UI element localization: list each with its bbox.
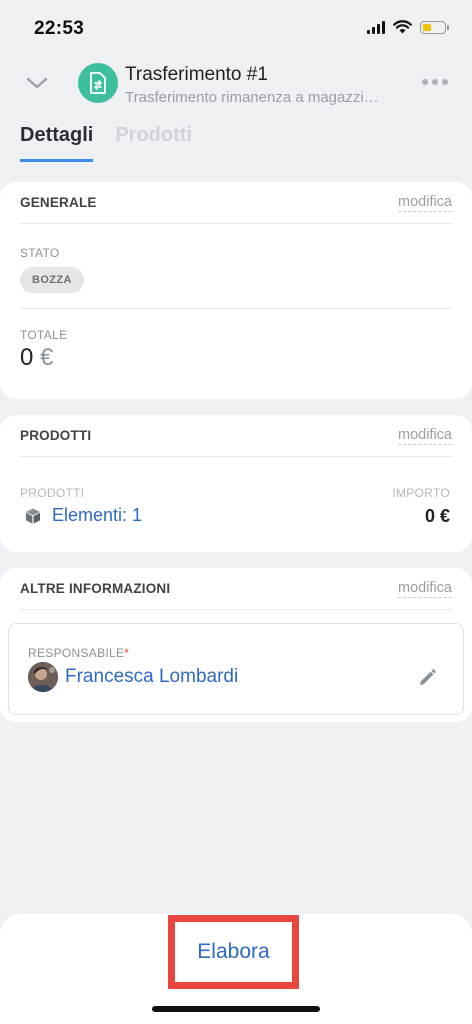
other-info-card: ALTRE INFORMAZIONI modifica RESPONSABILE…	[0, 568, 472, 722]
other-info-card-header: ALTRE INFORMAZIONI modifica	[20, 568, 452, 610]
elements-link[interactable]: Elementi: 1	[24, 505, 142, 526]
general-edit-link[interactable]: modifica	[398, 194, 452, 212]
avatar	[28, 662, 58, 692]
tab-dettagli[interactable]: Dettagli	[20, 124, 94, 162]
box-icon	[26, 508, 40, 524]
responsible-field[interactable]: RESPONSABILE* Francesca Lombardi	[8, 623, 464, 715]
bottom-action-bar: Elabora	[0, 914, 472, 1024]
status-badge: BOZZA	[20, 267, 84, 293]
status-icons	[367, 20, 449, 34]
document-transfer-icon	[78, 63, 118, 103]
required-mark: *	[124, 646, 130, 660]
page-subtitle: Trasferimento rimanenza a magazzino	[125, 89, 380, 106]
pencil-icon[interactable]	[417, 668, 437, 688]
total-currency: €	[40, 344, 54, 371]
general-card-header: GENERALE modifica	[20, 182, 452, 224]
elements-count: Elementi: 1	[52, 505, 143, 525]
status-bar: 22:53	[0, 0, 472, 52]
more-icon[interactable]	[422, 79, 448, 85]
home-indicator[interactable]	[152, 1006, 320, 1012]
process-button-highlight: Elabora	[168, 915, 299, 989]
divider	[20, 308, 452, 309]
signal-icon	[367, 20, 385, 34]
status-time: 22:53	[34, 18, 85, 39]
general-card-title: GENERALE	[20, 195, 97, 210]
battery-icon	[420, 20, 449, 34]
wifi-icon	[393, 20, 412, 34]
page-title: Trasferimento #1	[125, 64, 268, 85]
products-card-header: PRODOTTI modifica	[20, 415, 452, 457]
responsible-name[interactable]: Francesca Lombardi	[65, 666, 238, 688]
products-amount: 0 €	[424, 506, 450, 526]
status-label: STATO	[20, 246, 60, 260]
responsible-label: RESPONSABILE*	[28, 646, 129, 660]
chevron-down-icon[interactable]	[22, 68, 52, 98]
total-label: TOTALE	[20, 328, 68, 342]
other-info-edit-link[interactable]: modifica	[398, 580, 452, 598]
total-amount: 0	[20, 344, 34, 371]
header: Trasferimento #1 Trasferimento rimanenza…	[0, 52, 472, 166]
general-card: GENERALE modifica STATO BOZZA TOTALE 0 €	[0, 182, 472, 399]
products-edit-link[interactable]: modifica	[398, 427, 452, 445]
other-info-card-title: ALTRE INFORMAZIONI	[20, 581, 171, 596]
tab-bar: Dettagli Prodotti	[20, 124, 192, 162]
tab-prodotti[interactable]: Prodotti	[115, 124, 192, 162]
responsible-label-text: RESPONSABILE	[28, 646, 125, 660]
amount-column-label: IMPORTO	[392, 486, 450, 500]
products-card: PRODOTTI modifica PRODOTTI IMPORTO Eleme…	[0, 415, 472, 552]
products-column-label: PRODOTTI	[20, 486, 85, 500]
total-value: 0 €	[20, 344, 53, 372]
process-button[interactable]: Elabora	[175, 922, 292, 982]
products-card-title: PRODOTTI	[20, 428, 92, 443]
